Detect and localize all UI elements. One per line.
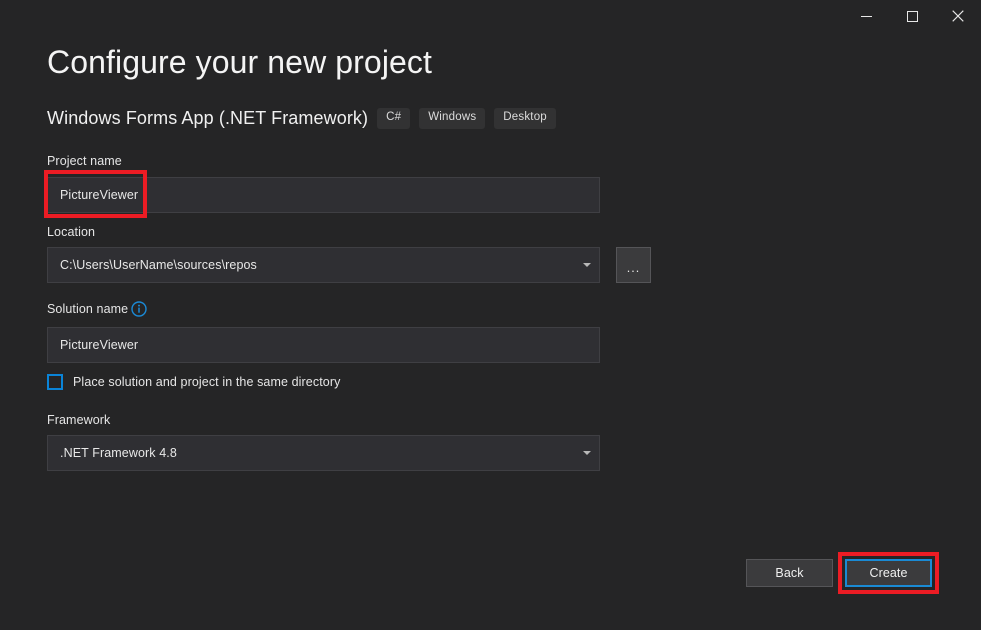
template-summary: Windows Forms App (.NET Framework) C# Wi… — [47, 108, 556, 129]
framework-dropdown[interactable]: .NET Framework 4.8 — [47, 435, 600, 471]
minimize-icon — [861, 11, 872, 22]
project-name-input[interactable]: PictureViewer — [47, 177, 600, 213]
same-directory-label: Place solution and project in the same d… — [73, 375, 340, 389]
back-button[interactable]: Back — [746, 559, 833, 587]
solution-name-input[interactable]: PictureViewer — [47, 327, 600, 363]
template-name: Windows Forms App (.NET Framework) — [47, 108, 368, 129]
location-value: C:\Users\UserName\sources\repos — [60, 258, 257, 272]
project-name-label: Project name — [47, 154, 122, 168]
badge-platform: Windows — [419, 108, 485, 129]
project-name-value: PictureViewer — [60, 188, 138, 202]
same-directory-checkbox-row[interactable]: Place solution and project in the same d… — [47, 374, 340, 390]
create-button[interactable]: Create — [845, 559, 932, 587]
close-icon — [952, 10, 964, 22]
info-circle-icon[interactable] — [131, 301, 147, 317]
badge-project-type: Desktop — [494, 108, 556, 129]
window-maximize-button[interactable] — [889, 0, 935, 32]
solution-name-value: PictureViewer — [60, 338, 138, 352]
location-input[interactable]: C:\Users\UserName\sources\repos — [47, 247, 600, 283]
location-browse-button[interactable]: ... — [616, 247, 651, 283]
badge-language: C# — [377, 108, 410, 129]
location-label: Location — [47, 225, 95, 239]
framework-value: .NET Framework 4.8 — [60, 446, 177, 460]
window-close-button[interactable] — [935, 0, 981, 32]
chevron-down-icon[interactable] — [583, 451, 591, 455]
solution-name-label: Solution name — [47, 302, 128, 316]
same-directory-checkbox[interactable] — [47, 374, 63, 390]
window-title-bar — [0, 0, 981, 32]
window-minimize-button[interactable] — [843, 0, 889, 32]
framework-label: Framework — [47, 413, 110, 427]
page-title: Configure your new project — [47, 44, 432, 81]
chevron-down-icon[interactable] — [583, 263, 591, 267]
maximize-icon — [907, 11, 918, 22]
